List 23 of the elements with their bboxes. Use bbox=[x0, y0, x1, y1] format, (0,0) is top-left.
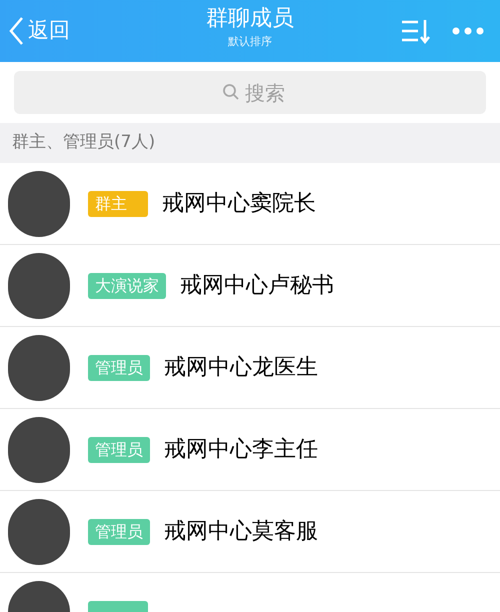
role-badge: 管理员 bbox=[88, 518, 150, 544]
role-badge: 大演说家 bbox=[88, 272, 166, 298]
chevron-left-icon bbox=[8, 16, 24, 46]
role-badge: 群主 bbox=[88, 190, 148, 216]
member-name: 戒网中心李主任 bbox=[164, 436, 318, 464]
member-row[interactable]: 大演说家 戒网中心卢秘书 bbox=[0, 245, 500, 327]
member-name: 戒网中心卢秘书 bbox=[180, 272, 334, 300]
search-field[interactable]: 搜索 bbox=[14, 71, 486, 114]
member-row[interactable]: 管理员 戒网中心龙医生 bbox=[0, 327, 500, 409]
section-header: 群主、管理员(7人) bbox=[12, 131, 156, 154]
member-row[interactable]: 群主 戒网中心窦院长 bbox=[0, 163, 500, 245]
search-icon bbox=[222, 83, 240, 101]
member-name: 戒网中心龙医生 bbox=[164, 354, 318, 382]
member-name: 戒网中心窦院长 bbox=[162, 190, 316, 218]
member-row[interactable]: 管理员 戒网中心李主任 bbox=[0, 409, 500, 491]
role-badge: 管理员 bbox=[88, 436, 150, 462]
sort-icon[interactable] bbox=[400, 18, 432, 44]
member-name: 戒网中心莫客服 bbox=[164, 518, 318, 546]
page-title: 群聊成员 bbox=[206, 5, 294, 33]
more-icon[interactable] bbox=[452, 27, 484, 35]
member-row[interactable]: 管理员 戒网中心莫客服 bbox=[0, 491, 500, 573]
role-badge: 管理员 bbox=[88, 354, 150, 380]
sort-label: 默认排序 bbox=[228, 34, 272, 50]
